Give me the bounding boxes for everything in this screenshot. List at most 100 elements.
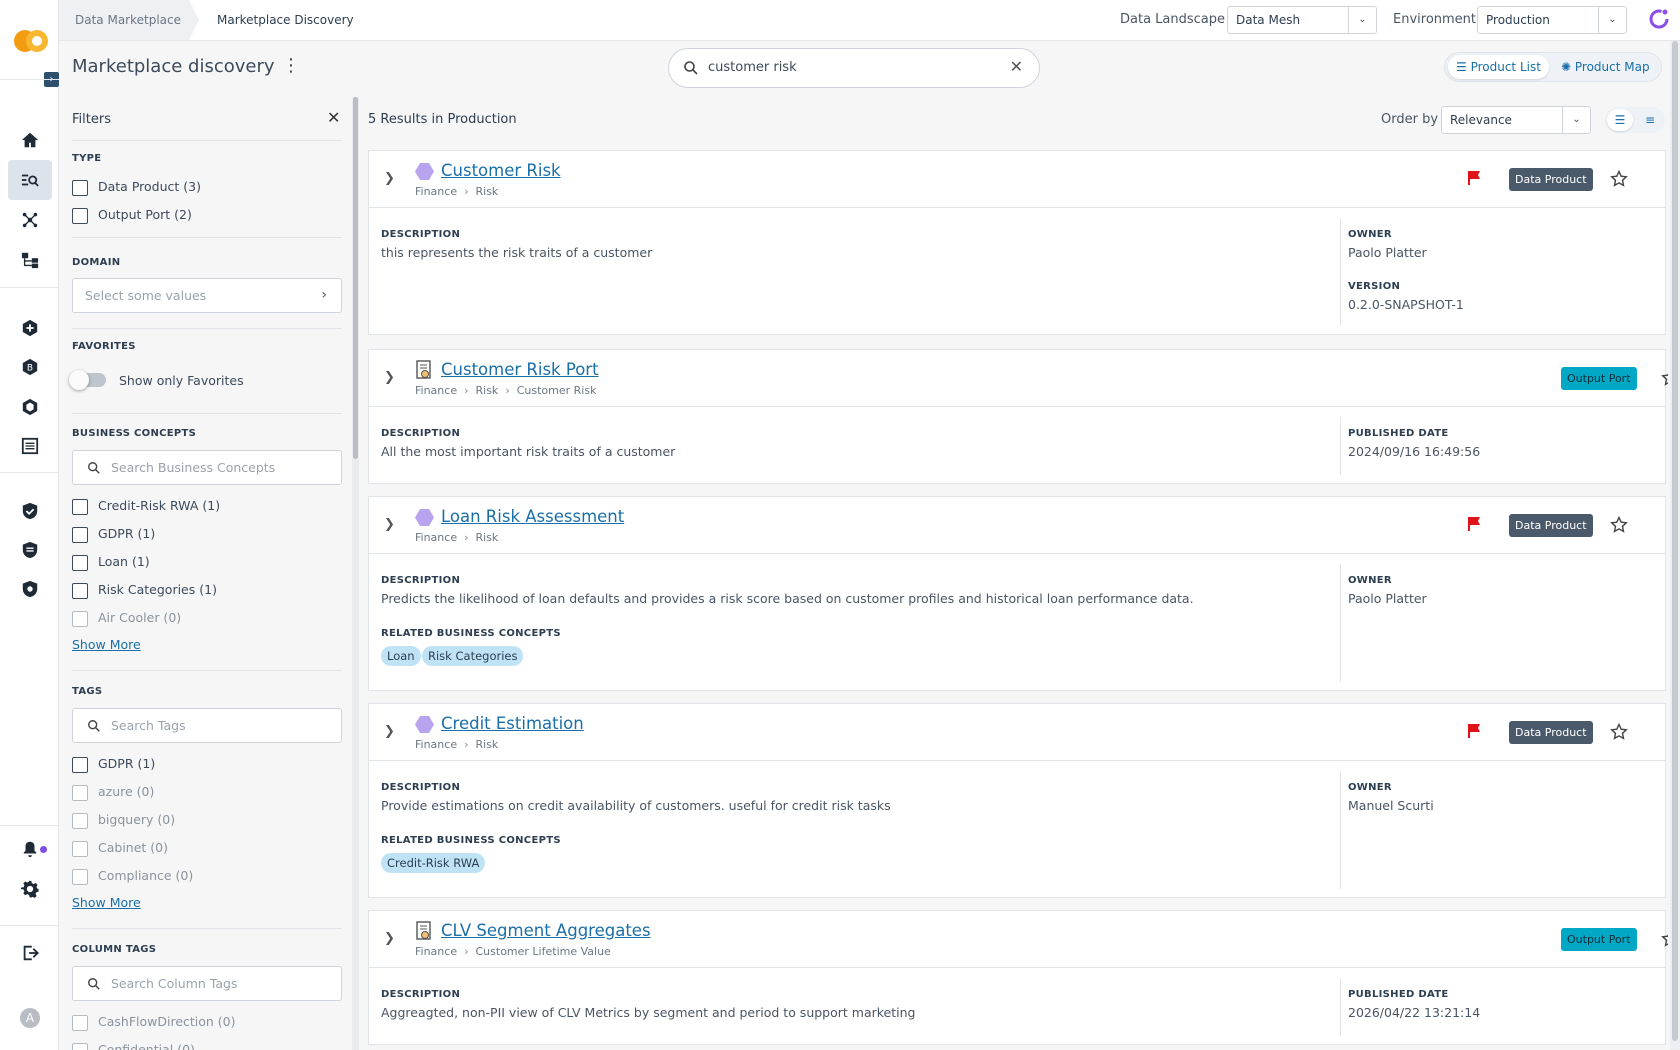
published-date-label: PUBLISHED DATE — [1348, 989, 1449, 1000]
product-map-button[interactable]: ✺ Product Map — [1553, 55, 1658, 79]
path-segment[interactable]: Risk — [476, 738, 499, 751]
data-product-badge: Data Product — [1509, 721, 1593, 744]
graph-icon[interactable] — [8, 200, 52, 240]
search-input[interactable]: customer risk ✕ — [668, 48, 1040, 88]
card-layout-icon[interactable]: ☰ — [1607, 109, 1633, 131]
landscape-select[interactable]: Data Mesh ⌄ — [1227, 6, 1377, 34]
card-title-link[interactable]: Loan Risk Assessment — [441, 507, 624, 526]
card-menu-icon[interactable]: ⋮ — [1661, 720, 1668, 741]
results-scrollbar-thumb[interactable] — [1672, 41, 1678, 1041]
business-concepts-section-label: BUSINESS CONCEPTS — [72, 428, 197, 439]
shield-lock-icon[interactable] — [8, 569, 52, 609]
business-concepts-search[interactable]: Search Business Concepts — [72, 450, 342, 485]
path-segment[interactable]: Finance — [415, 384, 457, 397]
business-concepts-show-more[interactable]: Show More — [72, 637, 141, 652]
favorite-star-icon[interactable] — [1661, 930, 1668, 948]
business-concept-checkbox[interactable]: Air Cooler (0) — [72, 610, 181, 628]
description-label: DESCRIPTION — [381, 989, 461, 1000]
tag-checkbox[interactable]: bigquery (0) — [72, 812, 175, 830]
logout-icon[interactable] — [8, 933, 52, 973]
concept-chip[interactable]: Risk Categories — [422, 646, 524, 666]
card-owner: Manuel Scurti — [1348, 798, 1434, 813]
product-list-button[interactable]: ☰ Product List — [1448, 55, 1549, 79]
card-menu-icon[interactable]: ⋮ — [1661, 167, 1668, 188]
card-title-link[interactable]: Customer Risk Port — [441, 360, 599, 379]
notifications-icon[interactable] — [8, 829, 52, 869]
type-checkbox[interactable]: Output Port (2) — [72, 207, 192, 225]
shield-policy-icon[interactable] — [8, 530, 52, 570]
favorite-star-icon[interactable] — [1661, 369, 1668, 387]
path-segment[interactable]: Risk — [476, 185, 499, 198]
component-icon[interactable] — [8, 387, 52, 427]
tags-show-more[interactable]: Show More — [72, 895, 141, 910]
card-description: Provide estimations on credit availabili… — [381, 798, 891, 813]
chevron-right-icon: › — [464, 185, 469, 198]
app-logo[interactable] — [14, 28, 48, 54]
path-segment[interactable]: Finance — [415, 531, 457, 544]
card-menu-icon[interactable]: ⋮ — [1661, 513, 1668, 534]
favorite-star-icon[interactable] — [1610, 723, 1628, 741]
card-title-link[interactable]: CLV Segment Aggregates — [441, 921, 651, 940]
tags-search[interactable]: Search Tags — [72, 708, 342, 743]
column-tag-checkbox[interactable]: CashFlowDirection (0) — [72, 1014, 236, 1032]
filters-scrollbar-thumb[interactable] — [353, 97, 358, 459]
path-segment[interactable]: Finance — [415, 185, 457, 198]
expand-chevron-icon[interactable]: ❯ — [384, 517, 395, 532]
flag-icon — [1468, 171, 1480, 185]
assistant-icon[interactable] — [1648, 8, 1670, 30]
tag-checkbox[interactable]: GDPR (1) — [72, 756, 155, 774]
favorites-toggle[interactable] — [69, 370, 106, 390]
path-segment[interactable]: Customer Lifetime Value — [476, 945, 611, 958]
card-title-link[interactable]: Credit Estimation — [441, 714, 584, 733]
card-title-link[interactable]: Customer Risk — [441, 161, 561, 180]
business-concept-checkbox[interactable]: Loan (1) — [72, 554, 150, 572]
shield-check-icon[interactable] — [8, 491, 52, 531]
compact-layout-icon[interactable]: ≡ — [1637, 109, 1663, 131]
expand-chevron-icon[interactable]: ❯ — [384, 724, 395, 739]
favorite-star-icon[interactable] — [1610, 516, 1628, 534]
domain-select[interactable]: Select some values › — [72, 278, 342, 313]
page-menu-icon[interactable]: ⋮ — [282, 56, 300, 76]
order-by-select[interactable]: Relevance ⌄ — [1441, 106, 1591, 134]
concept-chip[interactable]: Credit-Risk RWA — [381, 853, 486, 873]
table-icon[interactable] — [8, 426, 52, 466]
column-tags-search[interactable]: Search Column Tags — [72, 966, 342, 1001]
environment-select[interactable]: Production ⌄ — [1477, 6, 1627, 34]
home-icon[interactable] — [8, 120, 52, 160]
hierarchy-icon[interactable] — [8, 240, 52, 280]
chevron-down-icon: ⌄ — [1598, 7, 1626, 33]
expand-chevron-icon[interactable]: ❯ — [384, 171, 395, 186]
favorites-section-label: FAVORITES — [72, 341, 136, 352]
expand-chevron-icon[interactable]: ❯ — [384, 931, 395, 946]
owner-label: OWNER — [1348, 575, 1392, 586]
tag-checkbox[interactable]: azure (0) — [72, 784, 154, 802]
path-segment[interactable]: Finance — [415, 945, 457, 958]
concept-chip[interactable]: Loan — [381, 646, 421, 666]
path-segment[interactable]: Risk — [476, 384, 499, 397]
column-tag-checkbox[interactable]: Confidential (0) — [72, 1042, 195, 1050]
path-segment[interactable]: Risk — [476, 531, 499, 544]
business-concept-checkbox[interactable]: Credit-Risk RWA (1) — [72, 498, 220, 516]
breadcrumb-root[interactable]: Data Marketplace — [59, 0, 199, 40]
settings-gear-icon[interactable] — [8, 869, 52, 909]
builder-icon[interactable]: B — [8, 347, 52, 387]
path-segment[interactable]: Finance — [415, 738, 457, 751]
card-domain-path: Finance › Risk — [415, 185, 498, 198]
favorite-star-icon[interactable] — [1610, 170, 1628, 188]
expand-chevron-icon[interactable]: ❯ — [384, 370, 395, 385]
path-segment[interactable]: Customer Risk — [517, 384, 597, 397]
type-checkbox[interactable]: Data Product (3) — [72, 179, 201, 197]
results-scrollbar[interactable] — [1670, 41, 1680, 1050]
data-product-hexagon-icon — [415, 509, 434, 526]
tag-checkbox[interactable]: Compliance (0) — [72, 868, 193, 886]
close-filters-icon[interactable]: ✕ — [327, 108, 340, 127]
user-avatar[interactable]: A — [20, 1008, 40, 1028]
business-concept-checkbox[interactable]: GDPR (1) — [72, 526, 155, 544]
landscape-label: Data Landscape — [1120, 12, 1226, 27]
marketplace-search-icon[interactable] — [8, 160, 52, 200]
business-concept-checkbox[interactable]: Risk Categories (1) — [72, 582, 217, 600]
output-port-icon — [416, 360, 431, 379]
clear-search-icon[interactable]: ✕ — [1010, 57, 1023, 76]
tag-checkbox[interactable]: Cabinet (0) — [72, 840, 168, 858]
add-hexagon-icon[interactable] — [8, 308, 52, 348]
